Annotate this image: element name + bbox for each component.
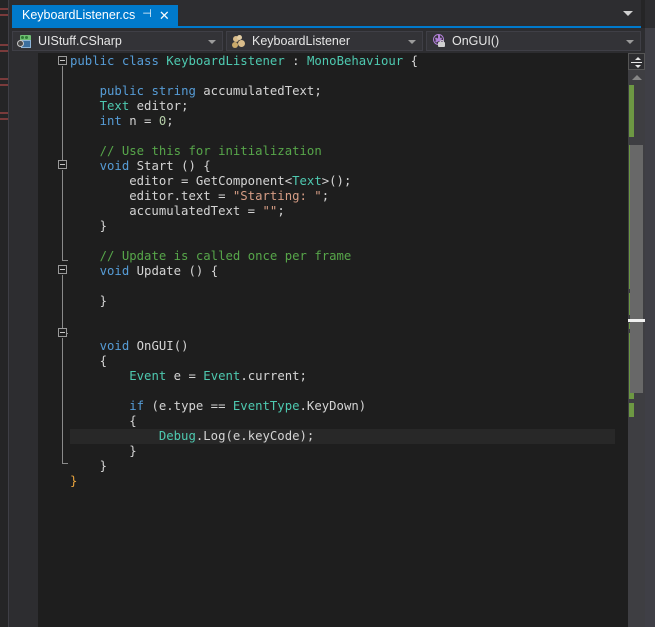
tab-title: KeyboardListener.cs: [22, 8, 136, 22]
code-editor[interactable]: public class KeyboardListener : MonoBeha…: [12, 53, 655, 627]
code-line: {: [70, 414, 137, 428]
code-line: if (e.type == EventType.KeyDown): [129, 399, 367, 413]
editor-tab-bar: KeyboardListener.cs ⊣ ✕: [12, 0, 655, 26]
fold-toggle-ongui[interactable]: [58, 328, 67, 337]
code-line: Event e = Event.current;: [129, 369, 307, 383]
code-line: void Update () {: [99, 264, 219, 278]
code-line: }: [70, 459, 108, 473]
editor-change-bar-column: [38, 53, 76, 627]
chevron-down-icon[interactable]: [623, 11, 633, 16]
code-line: // Update is called once per frame: [99, 249, 352, 263]
chevron-down-icon[interactable]: [626, 40, 634, 44]
navbar-project-dropdown[interactable]: UIStuff.CSharp: [12, 31, 223, 51]
code-line: Text editor;: [99, 99, 189, 113]
code-line: // Use this for initialization: [99, 144, 322, 158]
pin-icon[interactable]: ⊣: [142, 4, 152, 25]
code-line: }: [70, 474, 78, 488]
navbar-member-dropdown[interactable]: OnGUI(): [426, 31, 641, 51]
navbar-member-label: OnGUI(): [452, 34, 500, 48]
fold-toggle-start[interactable]: [58, 160, 67, 169]
editor-indicator-margin[interactable]: [12, 53, 38, 627]
code-text-area[interactable]: public class KeyboardListener : MonoBeha…: [70, 53, 615, 627]
tab-keyboardlistener-cs[interactable]: KeyboardListener.cs ⊣ ✕: [12, 5, 178, 26]
scrollbar-thumb[interactable]: [630, 145, 643, 393]
chevron-down-icon[interactable]: [208, 40, 216, 44]
code-navigation-bar: UIStuff.CSharp KeyboardListener OnGUI(): [12, 29, 641, 53]
project-icon: [17, 34, 33, 49]
navbar-project-label: UIStuff.CSharp: [38, 34, 122, 48]
code-line: public class KeyboardListener : MonoBeha…: [70, 54, 419, 68]
code-line: editor.text = "Starting: ";: [70, 189, 330, 203]
caret-position-marker: [628, 319, 645, 322]
triangle-up-icon[interactable]: [632, 75, 642, 80]
close-icon[interactable]: ✕: [159, 5, 170, 26]
navbar-type-label: KeyboardListener: [252, 34, 350, 48]
navbar-type-dropdown[interactable]: KeyboardListener: [226, 31, 423, 51]
class-icon: [231, 34, 247, 49]
editor-folding-margin[interactable]: [56, 53, 70, 627]
code-line: public string accumulatedText;: [99, 84, 322, 98]
fold-toggle-class[interactable]: [58, 56, 67, 65]
chevron-down-icon[interactable]: [408, 40, 416, 44]
code-line: }: [70, 219, 108, 233]
tab-accent-underline: [12, 26, 655, 28]
code-line: editor = GetComponent<Text>();: [70, 174, 352, 188]
code-line: {: [70, 354, 108, 368]
code-line: int n = 0;: [99, 114, 174, 128]
right-dock-edge-inner: [645, 28, 655, 627]
left-dock-strip: [0, 0, 8, 627]
visual-studio-editor-window: KeyboardListener.cs ⊣ ✕ UIStuff.CSharp K…: [0, 0, 655, 627]
split-view-icon[interactable]: [628, 53, 645, 70]
fold-toggle-update[interactable]: [58, 265, 67, 274]
code-line: }: [70, 444, 137, 458]
method-private-icon: [431, 33, 447, 49]
code-line: void Start () {: [99, 159, 211, 173]
code-line: void OnGUI(): [99, 339, 189, 353]
code-line: accumulatedText = "";: [70, 204, 285, 218]
vertical-scrollbar[interactable]: [628, 53, 645, 627]
code-line: }: [70, 294, 108, 308]
code-line: Debug.Log(e.keyCode);: [158, 429, 315, 443]
